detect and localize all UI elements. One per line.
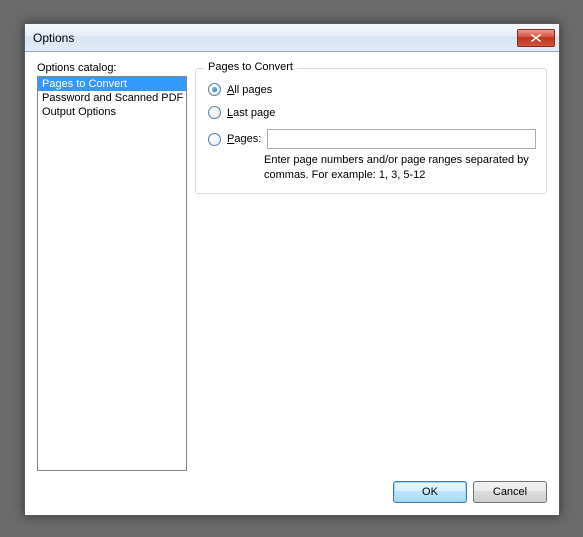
group-title: Pages to Convert: [204, 61, 297, 73]
catalog-item-password-scanned-pdf[interactable]: Password and Scanned PDF: [38, 91, 186, 105]
close-icon: [531, 34, 541, 42]
pages-input[interactable]: [267, 129, 536, 149]
body-row: Options catalog: Pages to Convert Passwo…: [37, 62, 547, 471]
radio-last-page-label[interactable]: Last page: [227, 107, 275, 119]
catalog-item-output-options[interactable]: Output Options: [38, 105, 186, 119]
panel-column: Pages to Convert All pages Last page Pag…: [195, 62, 547, 471]
ok-button[interactable]: OK: [393, 481, 467, 503]
radio-pages-label[interactable]: Pages:: [227, 133, 261, 145]
pages-to-convert-group: Pages to Convert All pages Last page Pag…: [195, 68, 547, 194]
radio-row-last: Last page: [208, 106, 536, 119]
catalog-label: Options catalog:: [37, 62, 187, 74]
catalog-item-pages-to-convert[interactable]: Pages to Convert: [38, 77, 186, 91]
pages-hint: Enter page numbers and/or page ranges se…: [264, 153, 536, 183]
close-button[interactable]: [517, 29, 555, 47]
radio-row-all: All pages: [208, 83, 536, 96]
radio-row-pages: Pages:: [208, 129, 536, 149]
options-dialog: Options Options catalog: Pages to Conver…: [24, 23, 560, 516]
window-title: Options: [33, 31, 517, 45]
client-area: Options catalog: Pages to Convert Passwo…: [25, 52, 559, 515]
radio-all-pages-label[interactable]: All pages: [227, 84, 272, 96]
cancel-button[interactable]: Cancel: [473, 481, 547, 503]
radio-last-page[interactable]: [208, 106, 221, 119]
titlebar: Options: [25, 24, 559, 52]
dialog-buttons: OK Cancel: [37, 481, 547, 503]
catalog-column: Options catalog: Pages to Convert Passwo…: [37, 62, 187, 471]
radio-all-pages[interactable]: [208, 83, 221, 96]
catalog-list[interactable]: Pages to Convert Password and Scanned PD…: [37, 76, 187, 471]
radio-pages[interactable]: [208, 133, 221, 146]
